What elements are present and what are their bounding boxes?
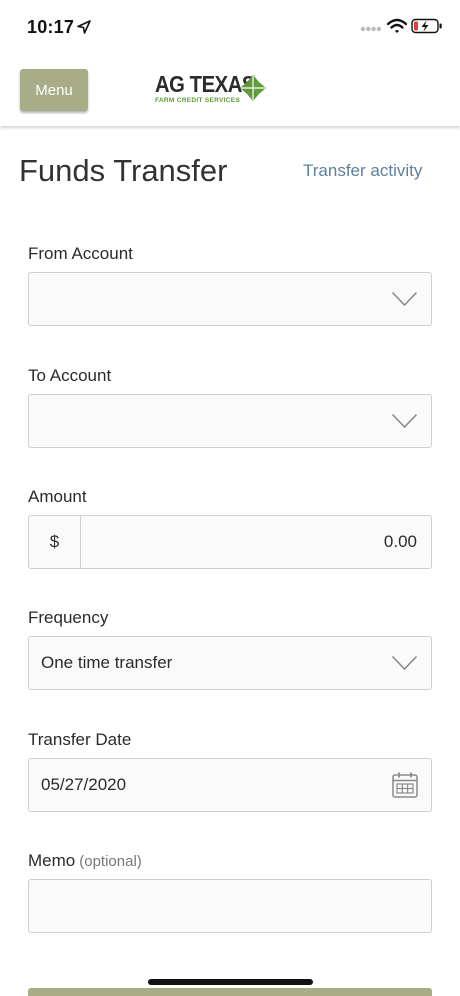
transfer-date-value: 05/27/2020 [41,775,127,794]
cellular-signal-icon [360,26,382,32]
wifi-icon [387,18,407,33]
to-account-label: To Account [28,366,112,385]
transfer-date-label: Transfer Date [28,730,132,749]
logo-subtext: FARM CREDIT SERVICES [155,97,240,104]
ag-texas-logo: AG TEXAS FARM CREDIT SERVICES [155,71,270,111]
location-arrow-icon [77,20,91,34]
from-account-select[interactable] [28,272,432,326]
currency-symbol: $ [29,516,81,568]
transfer-activity-link[interactable]: Transfer activity [303,161,422,181]
amount-value: 0.00 [383,532,417,551]
memo-input[interactable] [28,879,432,933]
chevron-down-icon [391,413,418,429]
from-account-label: From Account [28,244,133,263]
status-bar: 10:17 [0,0,460,56]
app-header: Menu AG TEXAS FARM CREDIT SERVICES [0,56,460,126]
page-title: Funds Transfer [19,153,228,188]
clover-logo-icon [240,75,266,101]
chevron-down-icon [391,291,418,307]
transfer-date-input[interactable]: 05/27/2020 [28,758,432,812]
frequency-value: One time transfer [41,653,173,672]
memo-label: Memo (optional) [28,851,142,871]
battery-charging-icon [411,18,442,34]
chevron-down-icon [391,655,418,671]
menu-button[interactable]: Menu [20,69,88,111]
to-account-select[interactable] [28,394,432,448]
calendar-icon[interactable] [391,771,419,799]
home-indicator [148,979,313,985]
amount-label: Amount [28,487,87,506]
memo-optional-hint: (optional) [79,853,142,870]
frequency-select[interactable]: One time transfer [28,636,432,690]
amount-input[interactable]: $ 0.00 [28,515,432,569]
status-time: 10:17 [27,17,75,37]
frequency-label: Frequency [28,608,109,627]
memo-label-text: Memo [28,851,76,870]
submit-button[interactable] [28,988,432,996]
